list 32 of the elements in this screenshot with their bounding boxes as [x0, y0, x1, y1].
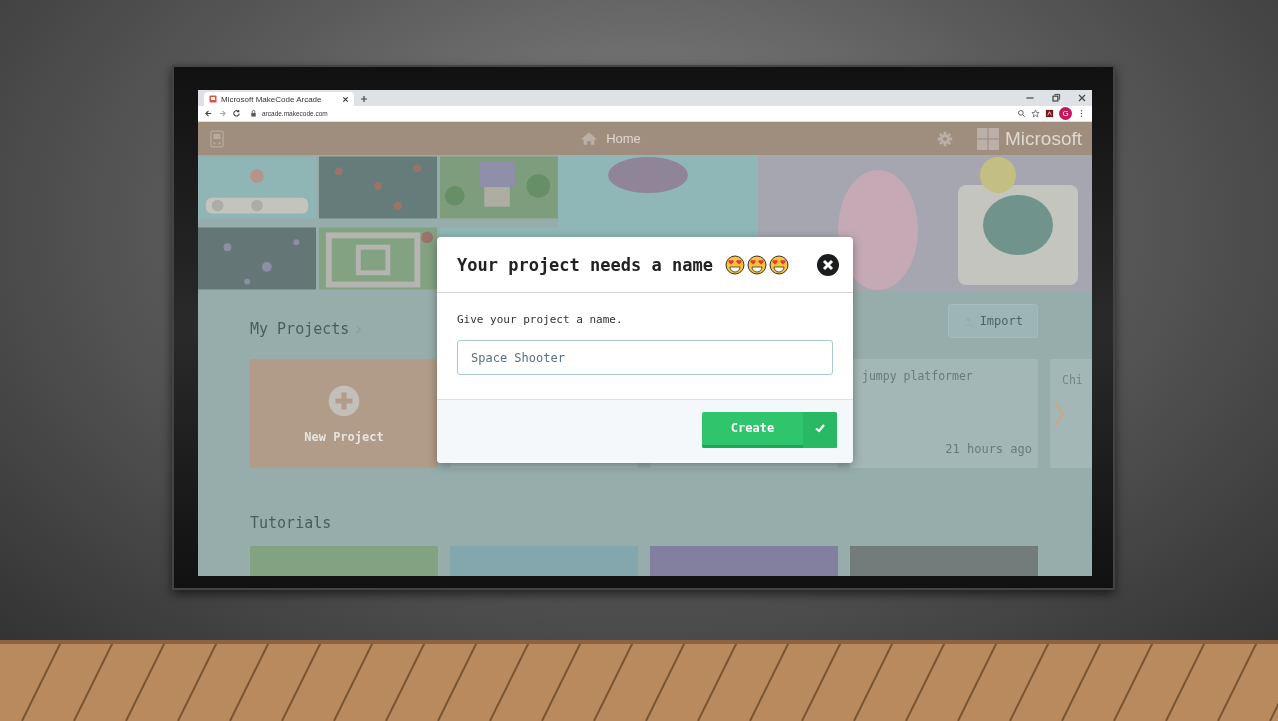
microsoft-link[interactable]: Microsoft [976, 127, 1082, 150]
project-time: 21 hours ago [945, 442, 1032, 456]
project-title: jumpy platformer [862, 369, 974, 383]
extension-icon[interactable] [1045, 109, 1054, 118]
project-card[interactable]: jumpy platformer 21 hours ago [850, 359, 1038, 468]
home-link[interactable]: Home [580, 131, 641, 146]
profile-avatar[interactable]: G [1059, 107, 1072, 120]
close-icon[interactable] [342, 95, 349, 103]
new-tab-icon[interactable] [360, 95, 368, 103]
star-icon[interactable] [1031, 109, 1040, 118]
new-project-card[interactable]: New Project [250, 359, 438, 468]
browser-tab[interactable]: Microsoft MakeCode Arcade [204, 92, 354, 106]
app-icon [209, 95, 217, 103]
new-project-label: New Project [304, 429, 384, 444]
my-projects-heading[interactable]: My Projects [250, 320, 350, 338]
windows-logo-icon [976, 127, 999, 150]
tutorials-heading: Tutorials [250, 514, 333, 532]
import-button[interactable]: Import [947, 304, 1038, 338]
forward-icon[interactable] [218, 109, 227, 118]
zoom-icon[interactable] [1017, 109, 1026, 118]
home-icon [580, 131, 599, 146]
check-icon [814, 422, 826, 434]
project-name-field[interactable]: Space Shooter [457, 340, 833, 375]
plus-icon [327, 383, 361, 418]
create-button[interactable]: Create [702, 411, 837, 448]
reload-icon[interactable] [232, 109, 241, 118]
lock-icon [250, 110, 257, 117]
dialog-prompt: Give your project a name. [457, 313, 624, 326]
close-icon[interactable] [1076, 93, 1088, 103]
restore-icon[interactable] [1050, 93, 1062, 103]
tab-title: Microsoft MakeCode Arcade [221, 94, 323, 104]
back-icon[interactable] [204, 109, 213, 118]
